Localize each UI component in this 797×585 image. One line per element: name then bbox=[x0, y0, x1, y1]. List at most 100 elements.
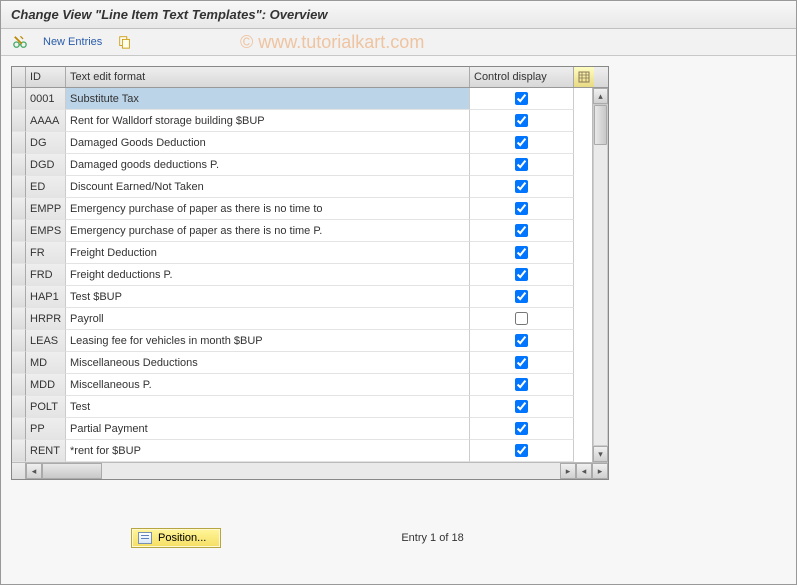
ctrl-checkbox[interactable] bbox=[515, 224, 528, 237]
column-header-id[interactable]: ID bbox=[26, 67, 66, 87]
row-selector[interactable] bbox=[12, 396, 26, 418]
scroll-right-button[interactable]: ▸ bbox=[560, 463, 576, 479]
ctrl-checkbox[interactable] bbox=[515, 422, 528, 435]
horizontal-scrollbar[interactable]: ◂ ▸ bbox=[26, 463, 576, 479]
cell-text[interactable]: Test $BUP bbox=[66, 286, 470, 308]
cell-id[interactable]: EMPP bbox=[26, 198, 66, 220]
ctrl-checkbox[interactable] bbox=[515, 114, 528, 127]
table-settings-button[interactable] bbox=[574, 67, 594, 87]
entry-counter: Entry 1 of 18 bbox=[401, 532, 463, 544]
cell-id[interactable]: POLT bbox=[26, 396, 66, 418]
cell-id[interactable]: DGD bbox=[26, 154, 66, 176]
cell-id[interactable]: FR bbox=[26, 242, 66, 264]
toggle-edit-button[interactable] bbox=[9, 33, 31, 51]
row-selector[interactable] bbox=[12, 242, 26, 264]
cell-text[interactable]: Miscellaneous P. bbox=[66, 374, 470, 396]
cell-id[interactable]: MDD bbox=[26, 374, 66, 396]
position-button[interactable]: Position... bbox=[131, 528, 221, 548]
table-row: MDDMiscellaneous P. bbox=[12, 374, 592, 396]
ctrl-checkbox[interactable] bbox=[515, 290, 528, 303]
cell-text[interactable]: Damaged goods deductions P. bbox=[66, 154, 470, 176]
cell-ctrl bbox=[470, 198, 574, 220]
cell-text[interactable]: Emergency purchase of paper as there is … bbox=[66, 220, 470, 242]
cell-id[interactable]: RENT bbox=[26, 440, 66, 462]
table-row: 0001Substitute Tax bbox=[12, 88, 592, 110]
ctrl-checkbox[interactable] bbox=[515, 92, 528, 105]
cell-ctrl bbox=[470, 286, 574, 308]
cell-id[interactable]: EMPS bbox=[26, 220, 66, 242]
cell-id[interactable]: HRPR bbox=[26, 308, 66, 330]
row-selector[interactable] bbox=[12, 374, 26, 396]
row-selector[interactable] bbox=[12, 330, 26, 352]
ctrl-checkbox[interactable] bbox=[515, 334, 528, 347]
cell-id[interactable]: PP bbox=[26, 418, 66, 440]
row-selector[interactable] bbox=[12, 132, 26, 154]
table-row: FRDFreight deductions P. bbox=[12, 264, 592, 286]
cell-id[interactable]: LEAS bbox=[26, 330, 66, 352]
row-selector[interactable] bbox=[12, 220, 26, 242]
scroll-thumb[interactable] bbox=[594, 105, 607, 145]
vertical-scrollbar[interactable]: ▴ ▾ bbox=[592, 88, 608, 462]
cell-text[interactable]: Damaged Goods Deduction bbox=[66, 132, 470, 154]
select-all-header[interactable] bbox=[12, 67, 26, 87]
cell-text[interactable]: Partial Payment bbox=[66, 418, 470, 440]
cell-text[interactable]: Test bbox=[66, 396, 470, 418]
scroll-down-button[interactable]: ▾ bbox=[593, 446, 608, 462]
scroll-right-button-2[interactable]: ▸ bbox=[592, 463, 608, 479]
ctrl-checkbox[interactable] bbox=[515, 202, 528, 215]
cell-text[interactable]: Leasing fee for vehicles in month $BUP bbox=[66, 330, 470, 352]
cell-id[interactable]: 0001 bbox=[26, 88, 66, 110]
cell-text[interactable]: Freight Deduction bbox=[66, 242, 470, 264]
ctrl-checkbox[interactable] bbox=[515, 400, 528, 413]
row-selector[interactable] bbox=[12, 88, 26, 110]
cell-ctrl bbox=[470, 374, 574, 396]
cell-text[interactable]: Rent for Walldorf storage building $BUP bbox=[66, 110, 470, 132]
row-selector[interactable] bbox=[12, 176, 26, 198]
ctrl-checkbox[interactable] bbox=[515, 158, 528, 171]
row-selector[interactable] bbox=[12, 264, 26, 286]
row-selector[interactable] bbox=[12, 440, 26, 462]
ctrl-checkbox[interactable] bbox=[515, 268, 528, 281]
hscroll-thumb[interactable] bbox=[42, 463, 102, 479]
cell-text[interactable]: Discount Earned/Not Taken bbox=[66, 176, 470, 198]
row-selector[interactable] bbox=[12, 286, 26, 308]
column-header-text[interactable]: Text edit format bbox=[66, 67, 470, 87]
cell-id[interactable]: FRD bbox=[26, 264, 66, 286]
footer-rowsel bbox=[12, 463, 26, 479]
cell-ctrl bbox=[470, 154, 574, 176]
row-selector[interactable] bbox=[12, 110, 26, 132]
row-selector[interactable] bbox=[12, 352, 26, 374]
row-selector[interactable] bbox=[12, 418, 26, 440]
cell-text[interactable]: *rent for $BUP bbox=[66, 440, 470, 462]
footer-bar: Position... Entry 1 of 18 bbox=[11, 528, 786, 548]
new-entries-button[interactable]: New Entries bbox=[39, 34, 106, 50]
row-selector[interactable] bbox=[12, 154, 26, 176]
cell-text[interactable]: Freight deductions P. bbox=[66, 264, 470, 286]
scroll-left-button-2[interactable]: ◂ bbox=[576, 463, 592, 479]
column-header-ctrl[interactable]: Control display bbox=[470, 67, 574, 87]
ctrl-checkbox[interactable] bbox=[515, 356, 528, 369]
ctrl-checkbox[interactable] bbox=[515, 136, 528, 149]
cell-text[interactable]: Substitute Tax bbox=[66, 88, 470, 110]
scroll-left-button[interactable]: ◂ bbox=[26, 463, 42, 479]
cell-text[interactable]: Miscellaneous Deductions bbox=[66, 352, 470, 374]
hscroll-track[interactable] bbox=[42, 463, 560, 479]
cell-text[interactable]: Payroll bbox=[66, 308, 470, 330]
ctrl-checkbox[interactable] bbox=[515, 246, 528, 259]
copy-button[interactable] bbox=[114, 33, 136, 51]
row-selector[interactable] bbox=[12, 308, 26, 330]
ctrl-checkbox[interactable] bbox=[515, 444, 528, 457]
scroll-up-button[interactable]: ▴ bbox=[593, 88, 608, 104]
position-label: Position... bbox=[158, 532, 206, 544]
scroll-track[interactable] bbox=[593, 104, 608, 446]
cell-id[interactable]: MD bbox=[26, 352, 66, 374]
cell-id[interactable]: DG bbox=[26, 132, 66, 154]
cell-id[interactable]: HAP1 bbox=[26, 286, 66, 308]
cell-id[interactable]: AAAA bbox=[26, 110, 66, 132]
ctrl-checkbox[interactable] bbox=[515, 312, 528, 325]
ctrl-checkbox[interactable] bbox=[515, 378, 528, 391]
cell-id[interactable]: ED bbox=[26, 176, 66, 198]
ctrl-checkbox[interactable] bbox=[515, 180, 528, 193]
row-selector[interactable] bbox=[12, 198, 26, 220]
cell-text[interactable]: Emergency purchase of paper as there is … bbox=[66, 198, 470, 220]
